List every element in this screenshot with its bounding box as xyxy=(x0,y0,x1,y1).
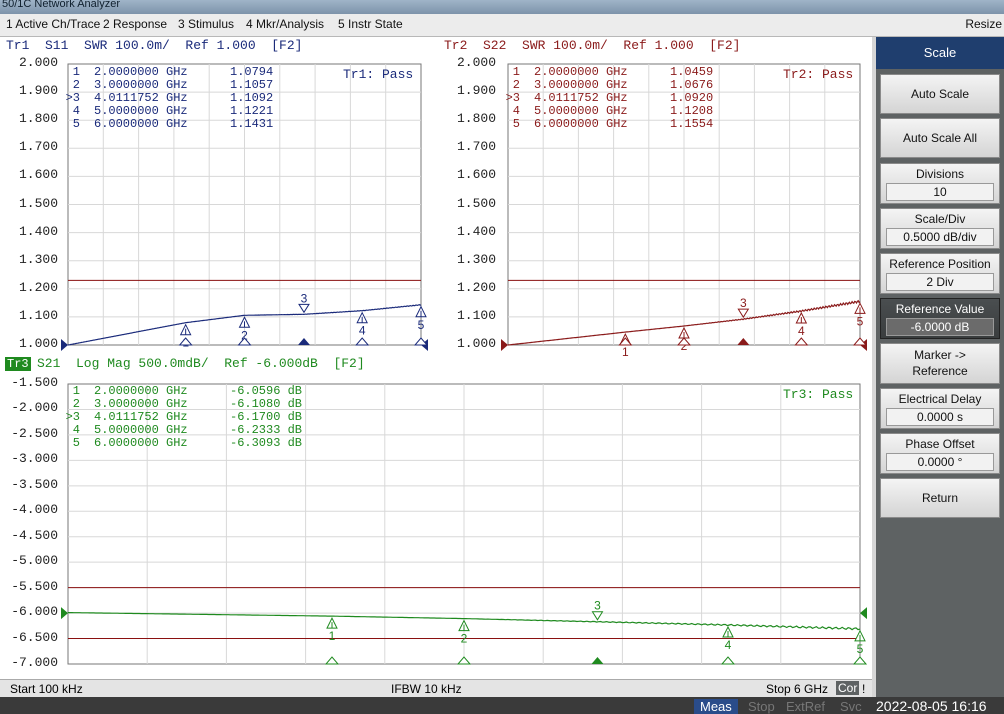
scale-div-label: Scale/Div xyxy=(914,212,966,226)
auto-scale-label: Auto Scale xyxy=(910,87,970,101)
date-time: 2022-08-05 16:16 xyxy=(876,698,987,714)
reference-value-label: Reference Value xyxy=(895,302,985,316)
marker-value: -6.1700 dB xyxy=(230,410,303,424)
divisions-button[interactable]: Divisions 10 xyxy=(880,163,1000,204)
electrical-delay-button[interactable]: Electrical Delay 0.0000 s xyxy=(880,388,1000,429)
stop-indicator: Stop xyxy=(748,699,775,714)
return-label: Return xyxy=(921,491,959,505)
tr3-marker-label-4: 4 xyxy=(725,638,732,652)
warning-indicator: ! xyxy=(862,682,866,696)
phase-offset-button[interactable]: Phase Offset 0.0000 ° xyxy=(880,433,1000,474)
reference-position-button[interactable]: Reference Position 2 Div xyxy=(880,253,1000,294)
marker-value: -6.2333 dB xyxy=(230,423,303,437)
divisions-value: 10 xyxy=(886,183,994,201)
reference-position-label: Reference Position xyxy=(889,257,991,271)
return-button[interactable]: Return xyxy=(880,478,1000,518)
svc-indicator: Svc xyxy=(840,699,862,714)
scale-div-button[interactable]: Scale/Div 0.5000 dB/div xyxy=(880,208,1000,249)
meas-indicator: Meas xyxy=(694,699,738,714)
tr3-marker-label-5: 5 xyxy=(857,642,864,656)
tr3-marker-label-3: 3 xyxy=(594,599,601,613)
softkey-header-scale: Scale xyxy=(876,37,1004,69)
instrument-status-bar: Meas Stop ExtRef Svc 2022-08-05 16:16 xyxy=(0,697,1004,714)
electrical-delay-value: 0.0000 s xyxy=(886,408,994,426)
marker-id: 5 xyxy=(72,436,80,450)
correction-indicator: Cor xyxy=(836,681,860,695)
marker-value: -6.0596 dB xyxy=(230,384,303,398)
tr3-pass-status: Tr3: Pass xyxy=(783,387,854,402)
stop-frequency[interactable]: Stop 6 GHz xyxy=(766,682,828,696)
auto-scale-all-button[interactable]: Auto Scale All xyxy=(880,118,1000,158)
electrical-delay-label: Electrical Delay xyxy=(898,392,982,406)
reference-position-value: 2 Div xyxy=(886,273,994,291)
auto-scale-button[interactable]: Auto Scale xyxy=(880,74,1000,114)
extref-indicator: ExtRef xyxy=(786,699,826,714)
marker-to-reference-label-2: Reference xyxy=(912,364,968,378)
marker-value: -6.1080 dB xyxy=(230,397,303,411)
tr3-reference-arrow-left xyxy=(61,607,68,620)
start-frequency[interactable]: Start 100 kHz xyxy=(10,682,83,696)
phase-offset-value: 0.0000 ° xyxy=(886,453,994,471)
tr3-marker-label-2: 2 xyxy=(461,632,468,646)
reference-value-button[interactable]: Reference Value -6.0000 dB xyxy=(880,298,1000,339)
tr3-marker-label-1: 1 xyxy=(329,629,336,643)
marker-to-reference-button[interactable]: Marker -> Reference xyxy=(880,343,1000,384)
phase-offset-label: Phase Offset xyxy=(905,437,975,451)
divisions-label: Divisions xyxy=(915,167,964,181)
scale-div-value: 0.5000 dB/div xyxy=(886,228,994,246)
marker-row: 5 6.0000000 GHz -6.3093 dB xyxy=(60,437,302,450)
marker-value: -6.3093 dB xyxy=(230,436,303,450)
auto-scale-all-label: Auto Scale All xyxy=(902,131,978,145)
reference-value-value[interactable]: -6.0000 dB xyxy=(886,318,994,336)
marker-frequency: 6.0000000 GHz xyxy=(94,436,188,450)
tr3-reference-arrow-right xyxy=(860,607,867,620)
tr3-chart[interactable]: 1 2 3 4 5 xyxy=(0,0,1004,714)
marker-to-reference-label: Marker -> xyxy=(914,348,966,362)
ifbw[interactable]: IFBW 10 kHz xyxy=(391,682,462,696)
channel-status-bar: Start 100 kHz IFBW 10 kHz Stop 6 GHz Cor… xyxy=(0,679,872,698)
softkey-panel: Scale Auto Scale Auto Scale All Division… xyxy=(876,37,1004,700)
